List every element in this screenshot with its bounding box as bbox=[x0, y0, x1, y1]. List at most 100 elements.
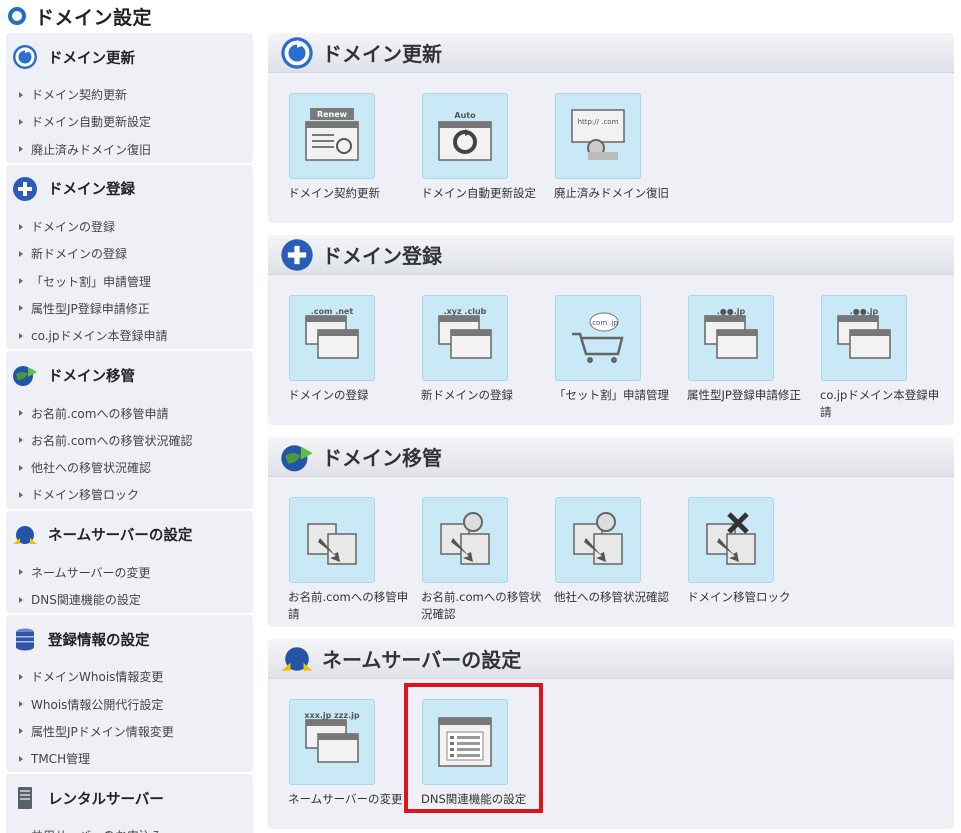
transfer-in-icon[interactable] bbox=[289, 497, 375, 583]
sidebar-section-title: ドメイン移管 bbox=[48, 368, 135, 385]
sidebar-item[interactable]: ドメイン移管ロック bbox=[6, 481, 253, 508]
sidebar-item[interactable]: ドメインの登録 bbox=[6, 213, 253, 240]
tile-caption[interactable]: お名前.comへの移管申請 bbox=[288, 589, 416, 623]
panel-tiles: xxx.jp zzz.jp ネームサーバーの変更 DNS関連機能の設定 bbox=[268, 679, 954, 808]
sidebar-item[interactable]: ドメイン自動更新設定 bbox=[6, 108, 253, 135]
bullet-arrow-icon bbox=[19, 410, 23, 417]
sidebar-section-header: 登録情報の設定 bbox=[6, 615, 253, 663]
sidebar-section-title: ドメイン更新 bbox=[48, 50, 135, 67]
sidebar-item[interactable]: 廃止済みドメイン復旧 bbox=[6, 136, 253, 163]
sidebar-item-label: お名前.comへの移管状況確認 bbox=[31, 433, 193, 448]
main-panel: ドメイン登録 .com .net ドメインの登録 .xyz .club 新ドメイ… bbox=[268, 235, 954, 425]
tile-caption[interactable]: ドメイン自動更新設定 bbox=[421, 185, 549, 202]
sidebar-item[interactable]: Whois情報公開代行設定 bbox=[6, 690, 253, 717]
feature-tile[interactable]: .●●.jp co.jpドメイン本登録申請 bbox=[800, 295, 939, 421]
nameserver-icon bbox=[280, 642, 314, 676]
globe-transfer-icon bbox=[280, 440, 314, 474]
sidebar-item[interactable]: 「セット割」申請管理 bbox=[6, 267, 253, 294]
sidebar-item[interactable]: 新ドメインの登録 bbox=[6, 240, 253, 267]
panel-tiles: Renew ドメイン契約更新 Auto ドメイン自動更新設定 http:// .… bbox=[268, 73, 954, 202]
tile-caption[interactable]: 新ドメインの登録 bbox=[421, 387, 549, 404]
new-domain-icon[interactable]: .xyz .club bbox=[422, 295, 508, 381]
sidebar-item-label: ドメイン契約更新 bbox=[31, 88, 128, 103]
feature-tile[interactable]: ドメイン移管ロック bbox=[667, 497, 800, 623]
domain-register-icon[interactable]: .com .net bbox=[289, 295, 375, 381]
feature-tile[interactable]: http:// .com 廃止済みドメイン復旧 bbox=[534, 93, 669, 202]
cart-icon[interactable]: .com .jp bbox=[555, 295, 641, 381]
sidebar-section: レンタルサーバー 共用サーバーのお申込み bbox=[6, 774, 253, 833]
sidebar-item[interactable]: 属性型JP登録申請修正 bbox=[6, 295, 253, 322]
panel-header: ドメイン登録 bbox=[268, 235, 954, 275]
page-title: ドメイン設定 bbox=[35, 6, 153, 29]
feature-tile[interactable]: .com .jp 「セット割」申請管理 bbox=[534, 295, 669, 421]
sidebar-item-label: TMCH管理 bbox=[31, 752, 91, 767]
feature-tile[interactable]: Auto ドメイン自動更新設定 bbox=[401, 93, 536, 202]
sidebar-item[interactable]: 属性型JPドメイン情報変更 bbox=[6, 718, 253, 745]
feature-tile[interactable]: xxx.jp zzz.jp ネームサーバーの変更 bbox=[268, 699, 403, 808]
sidebar-item[interactable]: ネームサーバーの変更 bbox=[6, 559, 253, 586]
sidebar: ドメイン更新 ドメイン契約更新 ドメイン自動更新設定 廃止済みドメイン復旧 ドメ… bbox=[6, 33, 253, 833]
sidebar-item[interactable]: お名前.comへの移管状況確認 bbox=[6, 427, 253, 454]
sidebar-item[interactable]: お名前.comへの移管申請 bbox=[6, 399, 253, 426]
panel-header: ネームサーバーの設定 bbox=[268, 639, 954, 679]
sidebar-item-label: お名前.comへの移管申請 bbox=[31, 406, 169, 421]
sidebar-item-label: 「セット割」申請管理 bbox=[31, 274, 152, 289]
sidebar-section-title: ネームサーバーの設定 bbox=[48, 528, 193, 545]
transfer-lock-icon[interactable] bbox=[688, 497, 774, 583]
bullet-arrow-icon bbox=[19, 278, 23, 285]
title-ring-icon bbox=[8, 7, 26, 25]
tile-caption[interactable]: ドメイン契約更新 bbox=[288, 185, 416, 202]
sidebar-section-title: 登録情報の設定 bbox=[48, 632, 150, 649]
transfer-status-icon[interactable] bbox=[422, 497, 508, 583]
sidebar-item[interactable]: 他社への移管状況確認 bbox=[6, 454, 253, 481]
sidebar-item-label: ネームサーバーの変更 bbox=[31, 565, 151, 580]
sidebar-item[interactable]: co.jpドメイン本登録申請 bbox=[6, 322, 253, 349]
sidebar-item[interactable]: ドメインWhois情報変更 bbox=[6, 663, 253, 690]
jp-attr-icon[interactable]: .●●.jp bbox=[688, 295, 774, 381]
feature-tile[interactable]: お名前.comへの移管状況確認 bbox=[401, 497, 541, 623]
tile-caption[interactable]: ネームサーバーの変更 bbox=[288, 791, 416, 808]
tile-caption[interactable]: 属性型JP登録申請修正 bbox=[687, 387, 815, 404]
tile-caption[interactable]: ドメインの登録 bbox=[288, 387, 416, 404]
bullet-arrow-icon bbox=[19, 91, 23, 98]
feature-tile[interactable]: .●●.jp 属性型JP登録申請修正 bbox=[667, 295, 801, 421]
feature-tile[interactable]: Renew ドメイン契約更新 bbox=[268, 93, 401, 202]
auto-renew-icon[interactable]: Auto bbox=[422, 93, 508, 179]
panel-title: ドメイン移管 bbox=[322, 446, 442, 470]
renew-icon bbox=[12, 44, 38, 70]
sidebar-section: ドメイン更新 ドメイン契約更新 ドメイン自動更新設定 廃止済みドメイン復旧 bbox=[6, 33, 253, 163]
main-content: ドメイン更新 Renew ドメイン契約更新 Auto ドメイン自動更新設定 ht… bbox=[268, 33, 954, 833]
tile-caption[interactable]: 「セット割」申請管理 bbox=[554, 387, 682, 404]
renew-doc-icon[interactable]: Renew bbox=[289, 93, 375, 179]
sidebar-item-label: 属性型JPドメイン情報変更 bbox=[31, 724, 174, 739]
feature-tile[interactable]: お名前.comへの移管申請 bbox=[268, 497, 408, 623]
tile-caption[interactable]: お名前.comへの移管状況確認 bbox=[421, 589, 549, 623]
bullet-arrow-icon bbox=[19, 118, 23, 125]
bullet-arrow-icon bbox=[19, 673, 23, 680]
sidebar-item[interactable]: ドメイン契約更新 bbox=[6, 81, 253, 108]
tile-caption[interactable]: 廃止済みドメイン復旧 bbox=[554, 185, 682, 202]
bullet-arrow-icon bbox=[19, 491, 23, 498]
bullet-arrow-icon bbox=[19, 305, 23, 312]
feature-tile[interactable]: .xyz .club 新ドメインの登録 bbox=[401, 295, 534, 421]
transfer-out-icon[interactable] bbox=[555, 497, 641, 583]
bullet-arrow-icon bbox=[19, 332, 23, 339]
sidebar-section-header: ドメイン登録 bbox=[6, 165, 253, 213]
tile-caption[interactable]: co.jpドメイン本登録申請 bbox=[820, 387, 948, 421]
bullet-arrow-icon bbox=[19, 701, 23, 708]
restore-domain-icon[interactable]: http:// .com bbox=[555, 93, 641, 179]
feature-tile[interactable]: 他社への移管状況確認 bbox=[534, 497, 669, 623]
svg-text:Renew: Renew bbox=[317, 110, 348, 119]
bullet-arrow-icon bbox=[19, 223, 23, 230]
tile-caption[interactable]: ドメイン移管ロック bbox=[687, 589, 815, 606]
tile-caption[interactable]: 他社への移管状況確認 bbox=[554, 589, 682, 606]
sidebar-item[interactable]: 共用サーバーのお申込み bbox=[6, 822, 253, 833]
cojp-icon[interactable]: .●●.jp bbox=[821, 295, 907, 381]
feature-tile[interactable]: .com .net ドメインの登録 bbox=[268, 295, 401, 421]
sidebar-item-label: DNS関連機能の設定 bbox=[31, 593, 141, 607]
svg-text:xxx.jp zzz.jp: xxx.jp zzz.jp bbox=[304, 711, 360, 720]
sidebar-item[interactable]: TMCH管理 bbox=[6, 745, 253, 772]
nameserver-change-icon[interactable]: xxx.jp zzz.jp bbox=[289, 699, 375, 785]
sidebar-item[interactable]: DNS関連機能の設定 bbox=[6, 586, 253, 613]
main-panel: ドメイン移管 お名前.comへの移管申請 お名前.comへの移管状況確認 他社へ… bbox=[268, 437, 954, 627]
